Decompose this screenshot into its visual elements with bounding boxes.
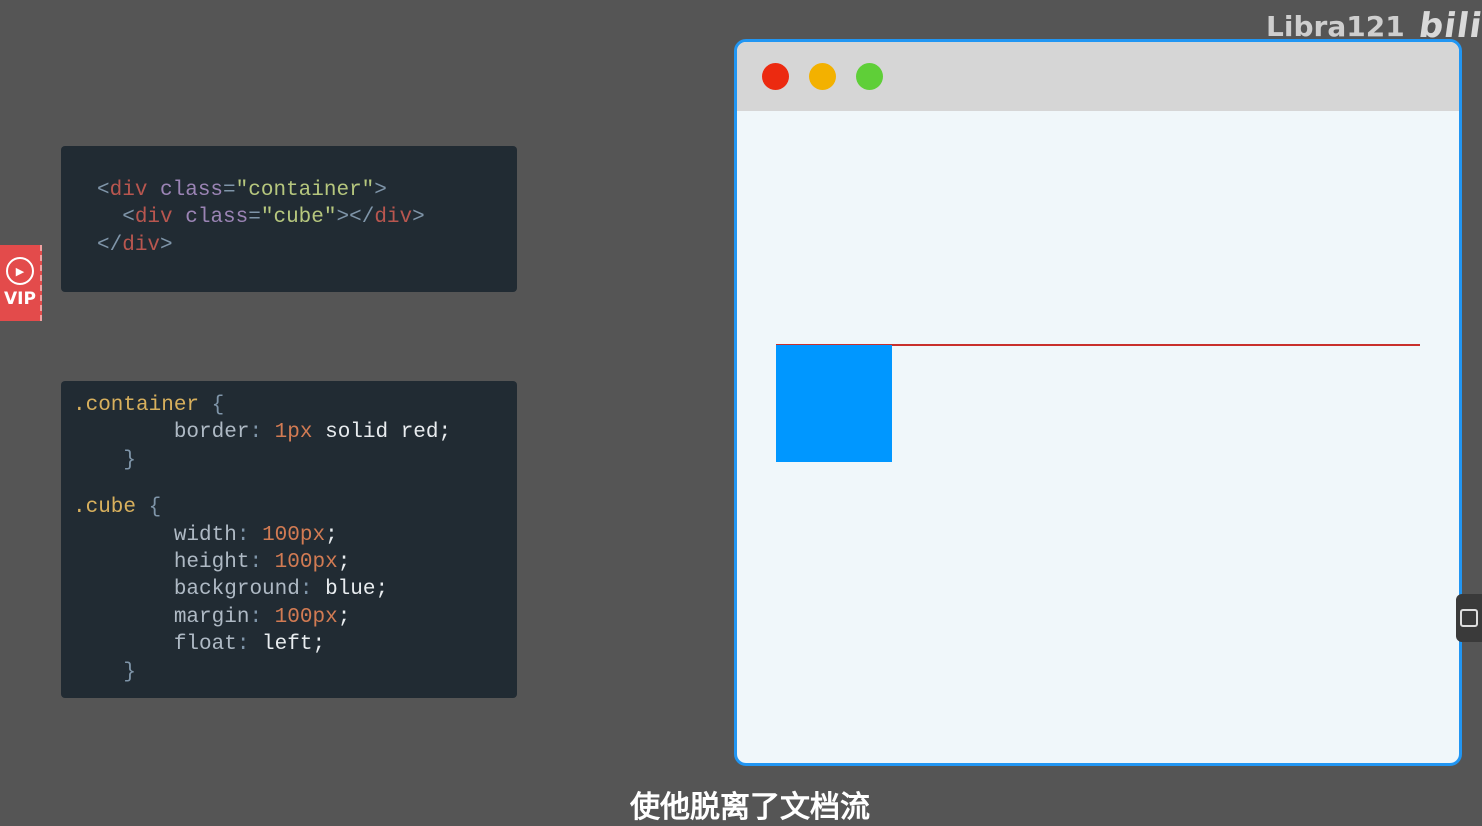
code-line: border: 1px solid red; <box>173 421 452 445</box>
code-line: </div> <box>97 233 173 257</box>
code-line: <div class="cube"></div> <box>122 206 425 230</box>
code-line: background: blue; <box>173 578 389 602</box>
css-code-block: .container { border: 1px solid red; } .cu… <box>61 381 517 698</box>
code-line: .container { <box>73 394 225 417</box>
play-icon: ▶ <box>6 257 34 285</box>
code-line: width: 100px; <box>173 523 338 547</box>
video-subtitle: 使他脱离了文档流 <box>630 790 870 825</box>
browser-viewport <box>737 111 1459 763</box>
html-code-block: <div class="container"> <div class="cube… <box>61 146 517 292</box>
expand-icon <box>1460 609 1478 627</box>
maximize-dot[interactable] <box>856 63 883 90</box>
browser-titlebar <box>737 42 1459 111</box>
side-panel-button[interactable] <box>1456 594 1482 642</box>
vip-label: VIP <box>4 289 36 309</box>
code-line: height: 100px; <box>173 550 351 574</box>
cube-box <box>776 345 892 462</box>
code-line: float: left; <box>173 633 326 657</box>
watermark-text: Libra121 <box>1266 9 1405 43</box>
code-line: .cube { <box>73 496 162 520</box>
vip-badge[interactable]: ▶ VIP <box>0 245 42 321</box>
code-line: } <box>123 448 137 472</box>
browser-window <box>734 39 1462 766</box>
code-line: margin: 100px; <box>173 605 351 629</box>
close-dot[interactable] <box>762 63 789 90</box>
minimize-dot[interactable] <box>809 63 836 90</box>
code-line: } <box>123 660 137 684</box>
code-line: <div class="container"> <box>97 179 387 202</box>
